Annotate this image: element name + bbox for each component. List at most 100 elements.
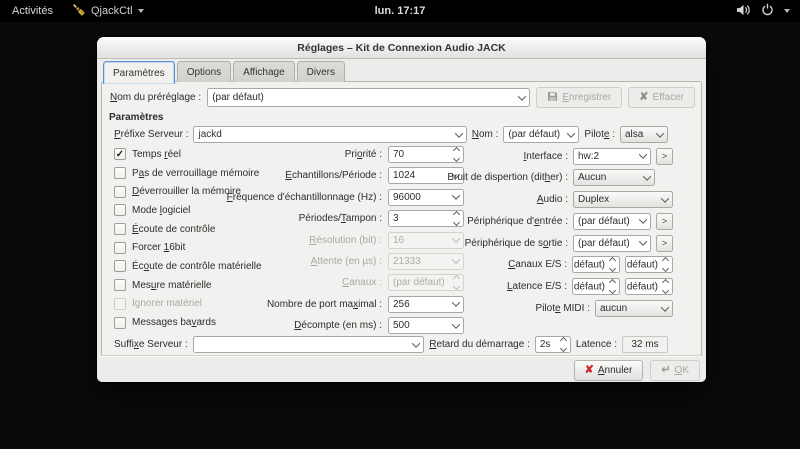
in-latency-spinbox[interactable]: (par défaut) xyxy=(572,278,620,296)
tab-parametres[interactable]: Paramètres xyxy=(103,61,175,84)
priority-row: Priorité : 70 xyxy=(142,146,464,163)
tab-divers[interactable]: Divers xyxy=(296,61,346,82)
power-icon xyxy=(761,3,774,19)
settings-tabs: Paramètres Options Affichage Divers xyxy=(103,61,346,84)
channels-io-row: Canaux E/S : (par défaut) (par défaut) xyxy=(442,256,673,274)
sample-rate-row: Fréquence d'échantillonnage (Hz) : 96000 xyxy=(142,188,464,206)
parameters-tab-panel: Nom du préréglage : (par défaut) Enregis… xyxy=(101,81,702,356)
interface-more-button[interactable]: > xyxy=(656,147,673,165)
preset-name-label: Nom du préréglage : xyxy=(110,92,202,103)
server-name-label: Nom : xyxy=(471,129,499,140)
spinner-buttons[interactable] xyxy=(557,336,570,353)
delete-preset-button: ✘ Effacer xyxy=(628,87,695,108)
sample-rate-label: Fréquence d'échantillonnage (Hz) : xyxy=(226,191,382,203)
server-prefix-combo[interactable]: jackd xyxy=(193,126,467,143)
dither-label: Bruit de dispertion (dither) : xyxy=(447,172,568,184)
suffix-row: Suffixe Serveur : Retard du démarrage : … xyxy=(114,335,668,354)
latency-io-label: Latence E/S : xyxy=(506,281,567,293)
out-latency-spinbox[interactable]: (par défaut) xyxy=(625,278,673,296)
latency-readout: 32 ms xyxy=(622,336,668,353)
chevron-down-icon xyxy=(658,192,672,207)
system-tray[interactable] xyxy=(736,3,800,19)
chevron-down-icon xyxy=(449,318,463,333)
app-menu-label: QjackCtl xyxy=(90,5,133,17)
volume-icon xyxy=(736,4,751,19)
input-device-more-button[interactable]: > xyxy=(656,212,673,230)
dither-combo[interactable]: Aucun xyxy=(573,169,655,187)
checkbox-box xyxy=(114,185,126,198)
device-fields-column: Interface : hw:2 > Bruit de dispertion (… xyxy=(442,147,673,318)
tab-affichage[interactable]: Affichage xyxy=(233,61,295,82)
qjackctl-app-icon xyxy=(71,2,86,20)
checkbox-box xyxy=(114,204,126,217)
preset-row: Nom du préréglage : (par défaut) Enregis… xyxy=(110,87,695,108)
button-separator xyxy=(101,355,702,356)
topbar-left: Activités QjackCtl xyxy=(0,2,144,20)
startup-delay-label: Retard du démarrage : xyxy=(429,339,530,350)
checkbox-box xyxy=(114,167,126,180)
audio-combo[interactable]: Duplex xyxy=(573,191,673,209)
checkbox-box xyxy=(114,279,126,292)
chevron-down-icon xyxy=(636,149,650,164)
parameters-area: ✓ Temps réel Pas de verrouillage mémoire… xyxy=(102,145,701,335)
output-device-label: Périphérique de sortie : xyxy=(464,237,568,249)
word-length-row: Résolution (bit) : 16 xyxy=(142,231,464,249)
timeout-combo[interactable]: 500 xyxy=(388,317,464,335)
output-device-row: Périphérique de sortie : (par défaut) > xyxy=(442,234,673,252)
output-device-more-button[interactable]: > xyxy=(656,234,673,252)
save-icon xyxy=(547,91,558,105)
chevron-down-icon xyxy=(640,170,654,185)
interface-row: Interface : hw:2 > xyxy=(442,147,673,165)
in-channels-spinbox[interactable]: (par défaut) xyxy=(572,256,620,274)
spinner-buttons[interactable] xyxy=(606,279,619,295)
out-channels-spinbox[interactable]: (par défaut) xyxy=(625,256,673,274)
dialog-title: Réglages – Kit de Connexion Audio JACK xyxy=(297,41,506,54)
driver-combo[interactable]: alsa xyxy=(620,126,668,143)
save-preset-button: Enregistrer xyxy=(536,87,623,108)
preset-name-combo[interactable]: (par défaut) xyxy=(207,88,531,107)
midi-driver-combo[interactable]: aucun xyxy=(595,300,673,318)
checkbox-box xyxy=(114,260,126,273)
channels-row: Canaux : (par défaut) xyxy=(142,274,464,292)
frames-per-period-row: Échantillons/Période : 1024 xyxy=(142,167,464,185)
gnome-top-bar: Activités QjackCtl lun. 17:17 xyxy=(0,0,800,22)
max-ports-row: Nombre de port maximal : 256 xyxy=(142,295,464,313)
spinner-buttons[interactable] xyxy=(606,257,619,273)
activities-button[interactable]: Activités xyxy=(10,5,55,17)
interface-label: Interface : xyxy=(523,150,568,162)
midi-driver-row: Pilote MIDI : aucun xyxy=(442,300,673,318)
checkbox-box xyxy=(114,241,126,254)
max-ports-label: Nombre de port maximal : xyxy=(266,298,382,310)
server-row: Préfixe Serveur : jackd Nom : (par défau… xyxy=(114,125,668,144)
chevron-down-icon xyxy=(653,127,667,142)
checkbox-box xyxy=(114,223,126,236)
chevron-down-icon xyxy=(137,9,144,13)
input-device-combo[interactable]: (par défaut) xyxy=(573,212,651,230)
tab-options[interactable]: Options xyxy=(176,61,232,82)
latency-io-row: Latence E/S : (par défaut) (par défaut) xyxy=(442,278,673,296)
parameters-group-label: Paramètres xyxy=(109,112,164,123)
server-suffix-combo[interactable] xyxy=(192,336,425,353)
return-icon: ↵ xyxy=(661,364,671,376)
app-menu-button[interactable]: QjackCtl xyxy=(71,2,144,20)
input-device-row: Périphérique d'entrée : (par défaut) > xyxy=(442,212,673,230)
periods-per-buffer-row: Périodes/Tampon : 3 xyxy=(142,210,464,228)
checkbox-box xyxy=(114,316,126,329)
startup-delay-spinbox[interactable]: 2s xyxy=(534,336,571,353)
spinner-buttons[interactable] xyxy=(659,257,672,273)
dialog-titlebar[interactable]: Réglages – Kit de Connexion Audio JACK xyxy=(97,37,706,59)
output-device-combo[interactable]: (par défaut) xyxy=(573,234,651,252)
chevron-down-icon xyxy=(636,214,650,229)
chevron-down-icon xyxy=(564,127,578,142)
checkbox-box xyxy=(114,297,126,310)
clock-label[interactable]: lun. 17:17 xyxy=(375,5,426,17)
server-name-combo[interactable]: (par défaut) xyxy=(503,126,580,143)
engine-fields-column: Priorité : 70 Échantillons/Période : 102… xyxy=(142,146,464,335)
cancel-x-icon: ✘ xyxy=(584,364,594,376)
spinner-buttons[interactable] xyxy=(659,279,672,295)
interface-combo[interactable]: hw:2 xyxy=(573,147,651,165)
cancel-button[interactable]: ✘ Annuler xyxy=(573,360,644,381)
audio-label: Audio : xyxy=(536,194,568,206)
ok-button: ↵ OK xyxy=(650,360,700,381)
audio-row: Audio : Duplex xyxy=(442,191,673,209)
